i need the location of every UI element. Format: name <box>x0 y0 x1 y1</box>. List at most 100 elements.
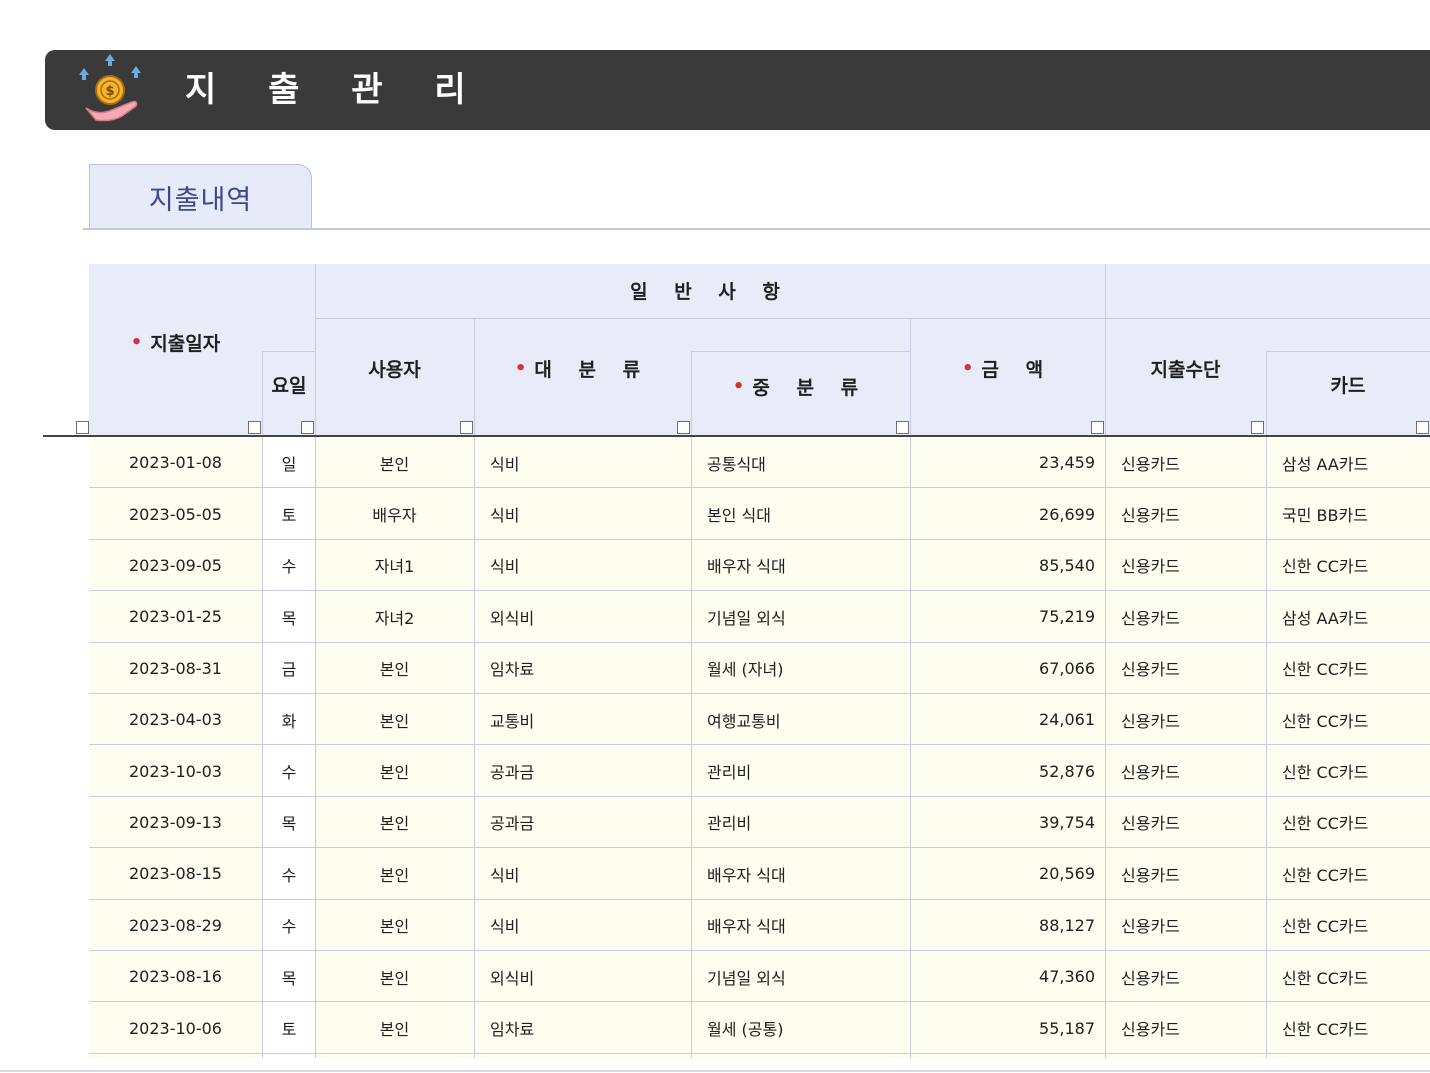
cell-method[interactable]: 신용카드 <box>1105 951 1266 1002</box>
cell-method[interactable]: 신용카드 <box>1105 745 1266 796</box>
cell-day[interactable]: 목 <box>263 591 315 642</box>
cell-user[interactable]: 본인 <box>315 694 474 745</box>
cell-day[interactable]: 토 <box>263 488 315 539</box>
header-amount[interactable]: • 금 액 <box>910 348 1105 388</box>
cell-amount[interactable]: 67,066 <box>910 643 1105 694</box>
cell-amount[interactable]: 47,360 <box>910 951 1105 1002</box>
cell-day[interactable]: 수 <box>263 540 315 591</box>
cell-major[interactable]: 교통비 <box>474 694 691 745</box>
tab-expense-history[interactable]: 지출내역 <box>89 164 312 230</box>
cell-minor[interactable]: 기념일 외식 <box>691 591 910 642</box>
header-major-category[interactable]: • 대 분 류 <box>474 348 691 388</box>
cell-card[interactable]: 신한 CC카드 <box>1266 1002 1430 1053</box>
cell-major[interactable]: 공과금 <box>474 745 691 796</box>
cell-day[interactable]: 금 <box>263 643 315 694</box>
cell-method[interactable]: 신용카드 <box>1105 848 1266 899</box>
cell-date[interactable]: 2023-08-15 <box>89 848 262 899</box>
cell-card[interactable]: 신한 CC카드 <box>1266 694 1430 745</box>
cell-amount[interactable]: 20,569 <box>910 848 1105 899</box>
cell-card[interactable]: 신한 CC카드 <box>1266 797 1430 848</box>
cell-major[interactable]: 식비 <box>474 900 691 951</box>
cell-user[interactable]: 배우자 <box>315 488 474 539</box>
cell-minor[interactable]: 관리비 <box>691 745 910 796</box>
filter-dropdown-icon[interactable] <box>1416 421 1429 434</box>
filter-dropdown-icon[interactable] <box>1091 421 1104 434</box>
cell-method[interactable]: 신용카드 <box>1105 643 1266 694</box>
cell-user[interactable]: 본인 <box>315 1002 474 1053</box>
cell-date[interactable]: 2023-09-13 <box>89 797 262 848</box>
cell-major[interactable]: 임차료 <box>474 1002 691 1053</box>
cell-method[interactable]: 신용카드 <box>1105 437 1266 488</box>
cell-user[interactable]: 본인 <box>315 951 474 1002</box>
cell-major[interactable]: 식비 <box>474 848 691 899</box>
cell-date[interactable]: 2023-01-25 <box>89 591 262 642</box>
cell-user[interactable]: 자녀2 <box>315 591 474 642</box>
cell-date[interactable]: 2023-05-05 <box>89 488 262 539</box>
filter-dropdown-icon[interactable] <box>301 421 314 434</box>
cell-date[interactable]: 2023-09-05 <box>89 540 262 591</box>
cell-card[interactable]: 국민 BB카드 <box>1266 488 1430 539</box>
cell-card[interactable]: 신한 CC카드 <box>1266 900 1430 951</box>
cell-amount[interactable]: 23,459 <box>910 437 1105 488</box>
cell-minor[interactable]: 배우자 식대 <box>691 848 910 899</box>
cell-amount[interactable]: 24,061 <box>910 694 1105 745</box>
cell-minor[interactable]: 기념일 외식 <box>691 951 910 1002</box>
cell-amount[interactable]: 39,754 <box>910 797 1105 848</box>
cell-minor[interactable]: 본인 식대 <box>691 488 910 539</box>
cell-method[interactable]: 신용카드 <box>1105 1002 1266 1053</box>
cell-major[interactable]: 외식비 <box>474 591 691 642</box>
cell-day[interactable]: 토 <box>263 1002 315 1053</box>
cell-amount[interactable]: 85,540 <box>910 540 1105 591</box>
cell-major[interactable]: 식비 <box>474 437 691 488</box>
cell-date[interactable]: 2023-01-08 <box>89 437 262 488</box>
cell-minor[interactable]: 배우자 식대 <box>691 900 910 951</box>
cell-user[interactable]: 본인 <box>315 797 474 848</box>
header-card[interactable]: 카드 <box>1266 364 1430 404</box>
cell-method[interactable]: 신용카드 <box>1105 694 1266 745</box>
cell-date[interactable]: 2023-08-29 <box>89 900 262 951</box>
cell-date[interactable]: 2023-10-06 <box>89 1002 262 1053</box>
cell-amount[interactable]: 55,187 <box>910 1002 1105 1053</box>
cell-minor[interactable]: 여행교통비 <box>691 694 910 745</box>
filter-dropdown-icon[interactable] <box>76 421 89 434</box>
cell-day[interactable]: 수 <box>263 745 315 796</box>
cell-card[interactable]: 신한 CC카드 <box>1266 643 1430 694</box>
cell-card[interactable]: 삼성 AA카드 <box>1266 591 1430 642</box>
cell-major[interactable]: 임차료 <box>474 643 691 694</box>
cell-amount[interactable]: 88,127 <box>910 900 1105 951</box>
cell-major[interactable]: 공과금 <box>474 797 691 848</box>
cell-card[interactable]: 신한 CC카드 <box>1266 540 1430 591</box>
filter-dropdown-icon[interactable] <box>248 421 261 434</box>
cell-user[interactable]: 자녀1 <box>315 540 474 591</box>
cell-method[interactable]: 신용카드 <box>1105 540 1266 591</box>
cell-card[interactable]: 신한 CC카드 <box>1266 745 1430 796</box>
cell-minor[interactable]: 배우자 식대 <box>691 540 910 591</box>
cell-minor[interactable]: 관리비 <box>691 797 910 848</box>
header-minor-category[interactable]: • 중 분 류 <box>691 366 910 406</box>
cell-day[interactable]: 일 <box>263 437 315 488</box>
cell-major[interactable]: 외식비 <box>474 951 691 1002</box>
header-user[interactable]: 사용자 <box>315 348 474 388</box>
cell-date[interactable]: 2023-08-16 <box>89 951 262 1002</box>
cell-card[interactable]: 삼성 AA카드 <box>1266 437 1430 488</box>
cell-amount[interactable]: 26,699 <box>910 488 1105 539</box>
cell-minor[interactable]: 월세 (공통) <box>691 1002 910 1053</box>
cell-day[interactable]: 목 <box>263 797 315 848</box>
cell-day[interactable]: 화 <box>263 694 315 745</box>
cell-method[interactable]: 신용카드 <box>1105 797 1266 848</box>
cell-minor[interactable]: 월세 (자녀) <box>691 643 910 694</box>
cell-major[interactable]: 식비 <box>474 488 691 539</box>
header-date[interactable]: • 지출일자 <box>89 322 262 362</box>
cell-method[interactable]: 신용카드 <box>1105 591 1266 642</box>
cell-date[interactable]: 2023-10-03 <box>89 745 262 796</box>
header-payment-method[interactable]: 지출수단 <box>1105 348 1266 388</box>
filter-dropdown-icon[interactable] <box>896 421 909 434</box>
cell-user[interactable]: 본인 <box>315 745 474 796</box>
cell-major[interactable]: 식비 <box>474 540 691 591</box>
header-day[interactable]: 요일 <box>263 362 315 406</box>
cell-card[interactable]: 신한 CC카드 <box>1266 848 1430 899</box>
filter-dropdown-icon[interactable] <box>1251 421 1264 434</box>
cell-minor[interactable]: 공통식대 <box>691 437 910 488</box>
cell-amount[interactable]: 52,876 <box>910 745 1105 796</box>
cell-card[interactable]: 신한 CC카드 <box>1266 951 1430 1002</box>
